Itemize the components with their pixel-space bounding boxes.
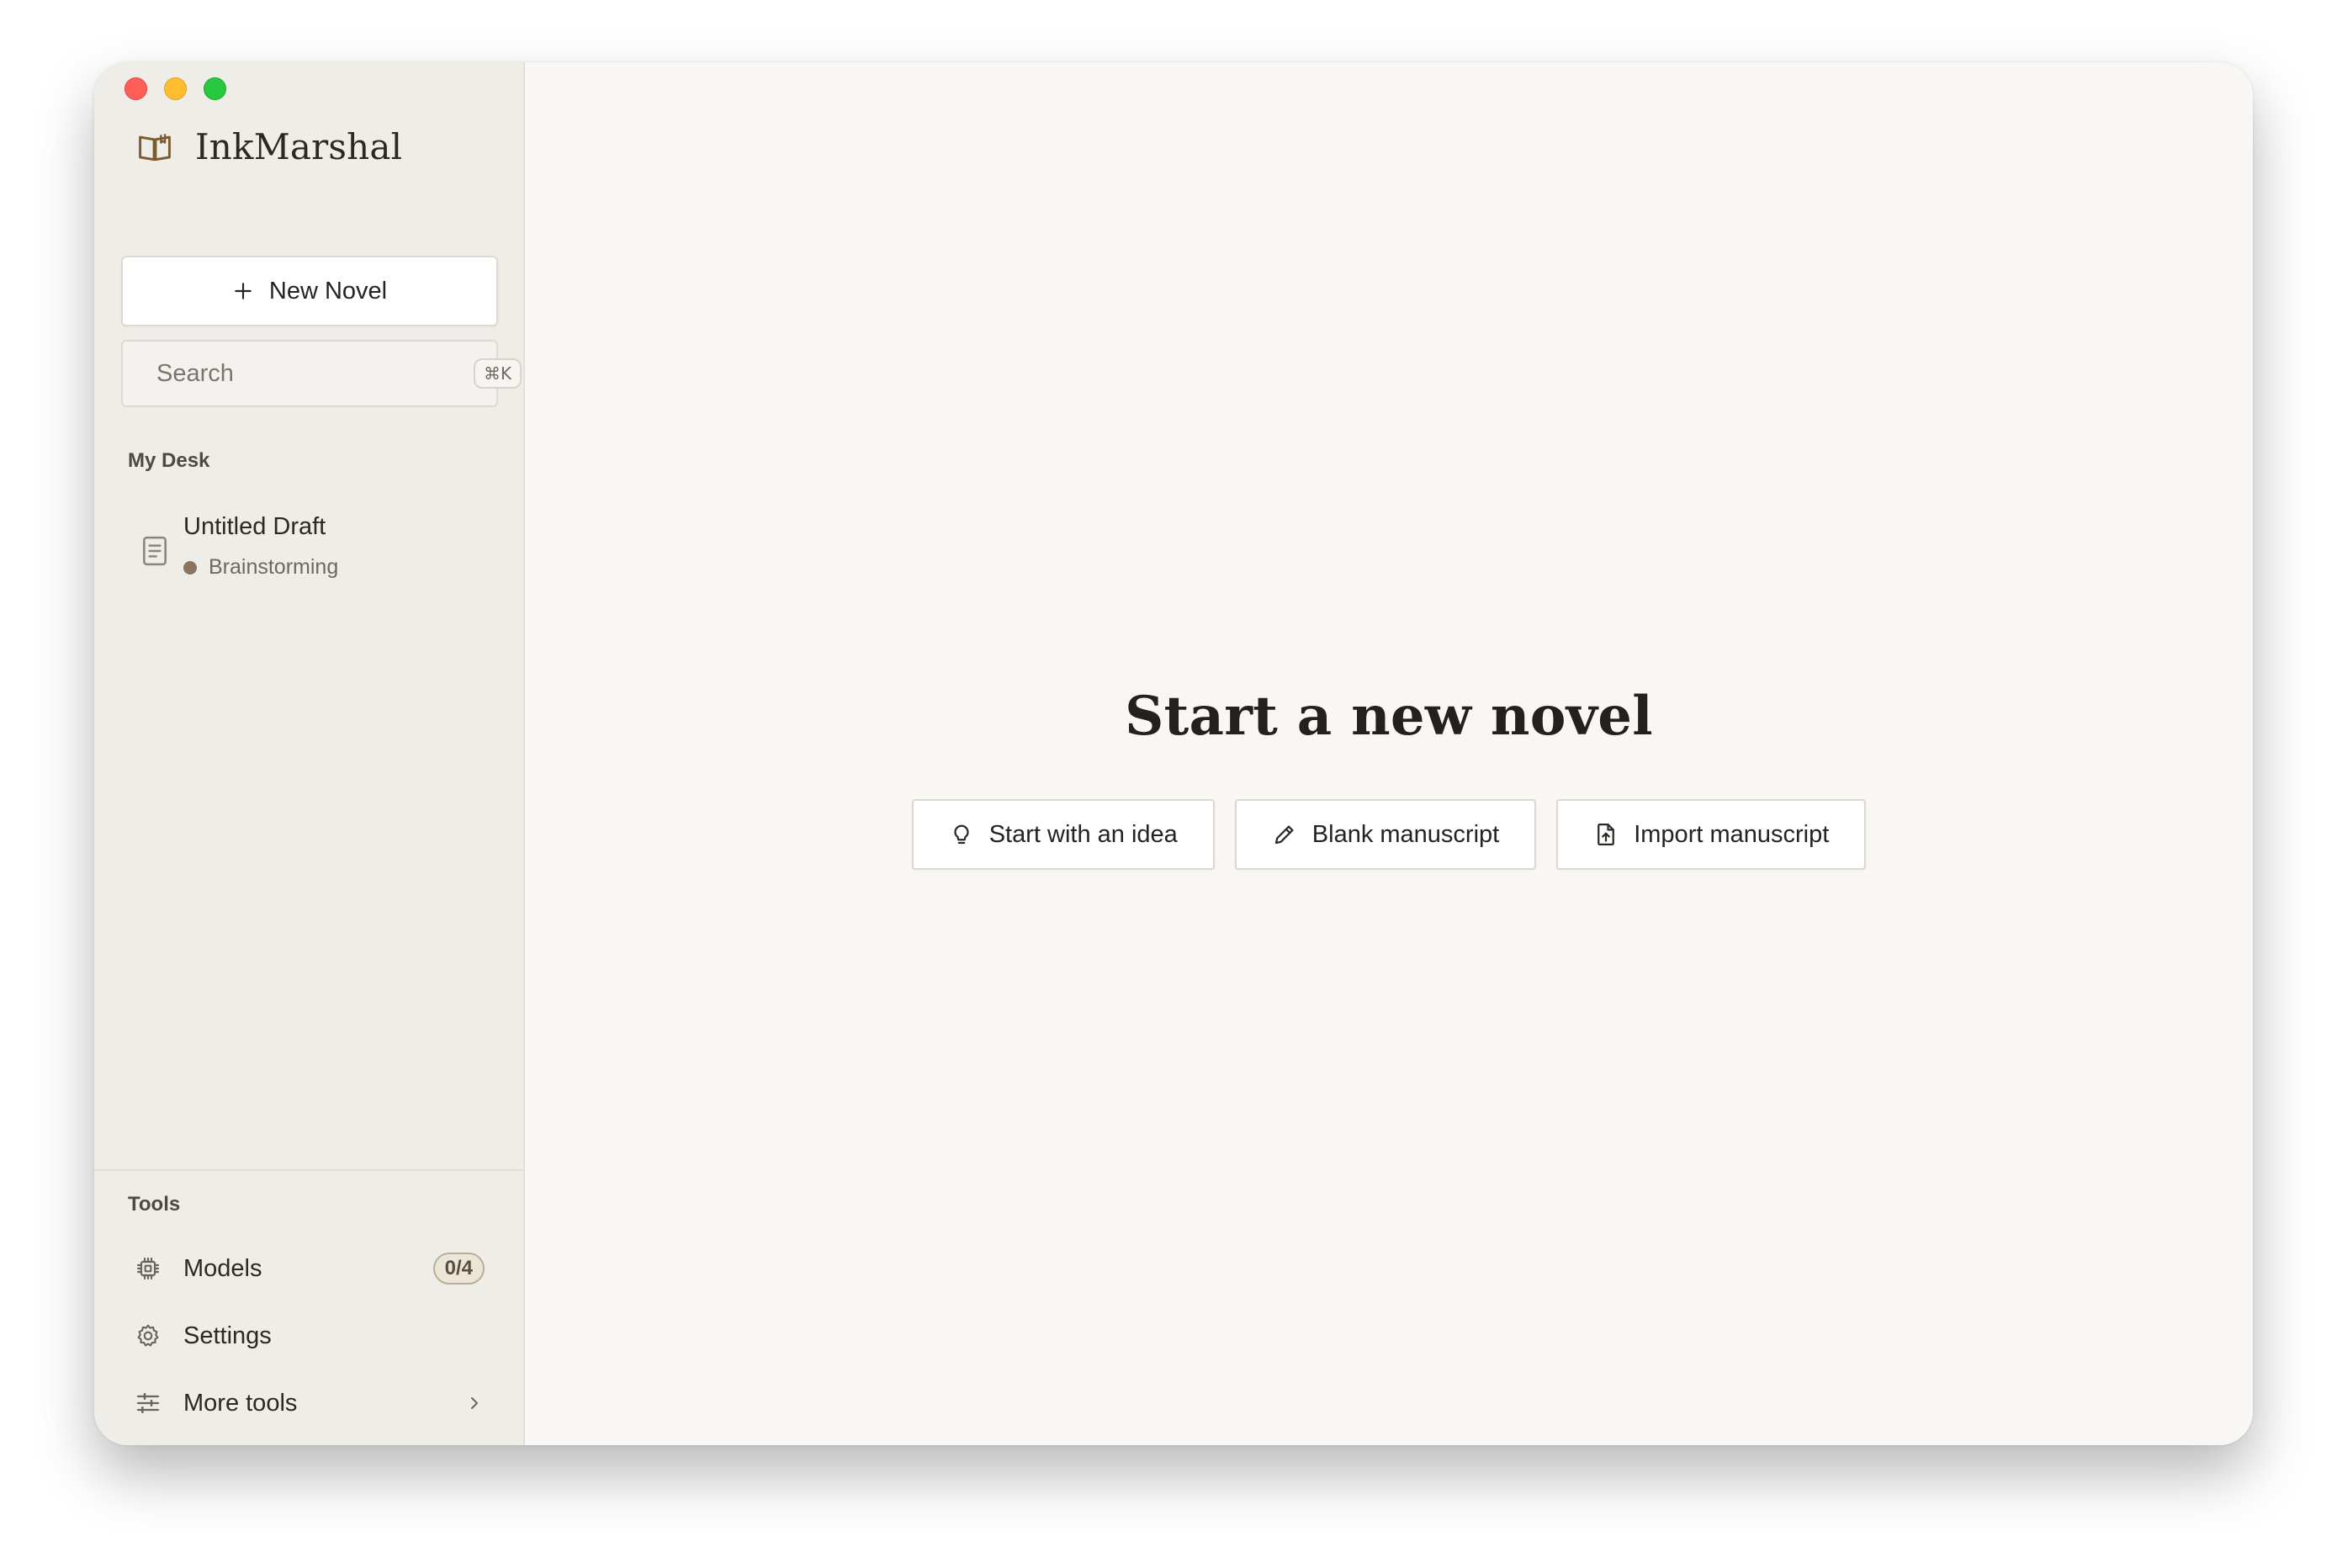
draft-title: Untitled Draft (183, 513, 326, 540)
window-controls (125, 77, 226, 100)
sliders-icon (136, 1393, 160, 1413)
settings-tool-item[interactable]: Settings (121, 1306, 498, 1366)
new-novel-button[interactable]: New Novel (121, 256, 498, 326)
zoom-window-button[interactable] (204, 77, 226, 100)
search-input[interactable] (156, 359, 474, 388)
pencil-icon (1274, 825, 1294, 845)
draft-list-item[interactable]: Untitled Draft Brainstorming (121, 506, 498, 599)
chip-icon (136, 1257, 160, 1280)
blank-manuscript-button[interactable]: Blank manuscript (1234, 799, 1537, 870)
tools-heading: Tools (128, 1193, 181, 1216)
status-dot (183, 560, 197, 575)
page-title: Start a new novel (1125, 685, 1653, 748)
app-name: InkMarshal (195, 126, 403, 167)
settings-label: Settings (183, 1322, 272, 1349)
search-box[interactable]: ⌘K (121, 340, 522, 407)
draft-status: Brainstorming (183, 555, 338, 580)
draft-status-label: Brainstorming (209, 555, 339, 579)
models-label: Models (183, 1254, 262, 1282)
sidebar: InkMarshal ✦ New Novel ⌘K My Desk (94, 62, 525, 1445)
app-window: InkMarshal ✦ New Novel ⌘K My Desk (94, 62, 2253, 1445)
chevron-right-icon (471, 1397, 478, 1409)
import-manuscript-button[interactable]: Import manuscript (1556, 799, 1867, 870)
main-content: Start a new novel Start with an idea Bla… (525, 62, 2253, 1445)
more-tools-label: More tools (183, 1389, 298, 1417)
import-manuscript-label: Import manuscript (1634, 820, 1830, 848)
minimize-window-button[interactable] (164, 77, 187, 100)
file-import-icon (1598, 824, 1615, 845)
my-desk-heading: My Desk (128, 449, 210, 472)
more-tools-item[interactable]: More tools (121, 1373, 498, 1433)
models-tool-item[interactable]: Models 0/4 (121, 1238, 498, 1299)
gear-icon (137, 1324, 159, 1347)
blank-manuscript-label: Blank manuscript (1311, 820, 1500, 848)
open-book-icon (139, 133, 171, 161)
search-shortcut-badge: ⌘K (474, 358, 522, 389)
new-novel-label: New Novel (268, 277, 388, 305)
start-with-idea-label: Start with an idea (988, 820, 1178, 848)
tools-section: Tools Models 0/4 Settings More tools (94, 1169, 523, 1445)
lightbulb-icon (954, 824, 969, 845)
start-with-idea-button[interactable]: Start with an idea (911, 799, 1215, 870)
plus-icon (235, 283, 252, 299)
start-actions: Start with an idea Blank manuscript Impo… (525, 799, 2253, 870)
models-count-badge: 0/4 (432, 1253, 485, 1285)
document-icon (143, 536, 167, 566)
brand: InkMarshal (136, 126, 402, 167)
close-window-button[interactable] (125, 77, 147, 100)
